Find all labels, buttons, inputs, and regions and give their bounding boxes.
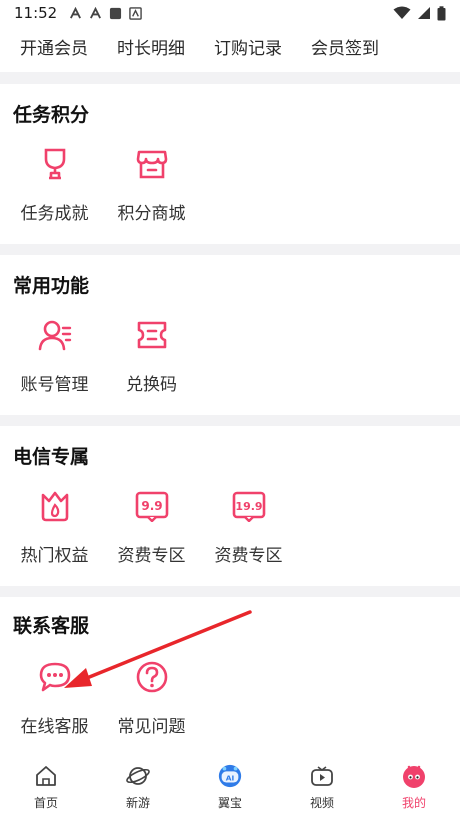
- tile-label: 常见问题: [117, 717, 186, 737]
- common-functions-section: 常用功能 账号管理 兑换码: [0, 255, 460, 415]
- profile-face-icon: [401, 763, 427, 789]
- section-title: 联系客服: [13, 615, 90, 637]
- account-management-tile[interactable]: 账号管理: [6, 317, 103, 395]
- question-icon: [134, 659, 170, 695]
- price-badge: 19.9: [235, 500, 262, 513]
- ticket-icon: [134, 317, 170, 353]
- customer-service-section: 联系客服 在线客服 常见问题: [0, 597, 460, 755]
- nav-label: 首页: [33, 796, 58, 810]
- price-zone-19-9-tile[interactable]: 19.9 资费专区: [200, 488, 297, 566]
- status-time: 11:52: [14, 4, 58, 22]
- price-tag-icon: 9.9: [134, 488, 170, 524]
- nav-label: 视频: [309, 796, 334, 810]
- nav-label: 我的: [401, 796, 426, 810]
- status-bar: 11:52: [0, 0, 460, 26]
- battery-icon: [437, 5, 446, 20]
- price-zone-9-9-tile[interactable]: 9.9 资费专区: [103, 488, 200, 566]
- system-icons: [393, 5, 446, 21]
- account-icon: [37, 317, 73, 353]
- bottom-navigation: 首页 新游 AI 翼宝 视频 我的: [0, 755, 460, 817]
- duration-detail-link[interactable]: 时长明细: [117, 34, 185, 59]
- nav-video[interactable]: 视频: [276, 755, 368, 817]
- svg-text:AI: AI: [226, 774, 235, 783]
- nav-label: 新游: [125, 796, 150, 810]
- signal-icon: [418, 7, 430, 19]
- home-icon: [33, 763, 59, 789]
- section-title: 电信专属: [13, 446, 90, 468]
- planet-icon: [125, 763, 151, 789]
- order-record-link[interactable]: 订购记录: [214, 34, 282, 59]
- nav-label: 翼宝: [217, 796, 242, 810]
- nav-yibao[interactable]: AI 翼宝: [184, 755, 276, 817]
- open-membership-link[interactable]: 开通会员: [20, 34, 88, 59]
- online-service-tile[interactable]: 在线客服: [6, 659, 103, 737]
- task-achievement-tile[interactable]: 任务成就: [6, 146, 103, 224]
- tv-icon: [309, 763, 335, 789]
- wifi-icon: [393, 6, 411, 19]
- price-tag-icon: 19.9: [231, 488, 267, 524]
- faq-tile[interactable]: 常见问题: [103, 659, 200, 737]
- square-notification-icon: [110, 7, 122, 19]
- hot-benefits-tile[interactable]: 热门权益: [6, 488, 103, 566]
- trophy-icon: [37, 146, 73, 182]
- section-title: 常用功能: [13, 275, 90, 297]
- tile-label: 热门权益: [20, 546, 89, 566]
- store-icon: [134, 146, 170, 182]
- nav-home[interactable]: 首页: [0, 755, 92, 817]
- chat-bubble-icon: [37, 659, 73, 695]
- tile-label: 在线客服: [20, 717, 89, 737]
- tile-label: 兑换码: [126, 375, 177, 395]
- telecom-exclusive-section: 电信专属 热门权益 9.9 资费专区 19.9 资费专区: [0, 426, 460, 586]
- tile-label: 资费专区: [117, 546, 186, 566]
- redeem-code-tile[interactable]: 兑换码: [103, 317, 200, 395]
- membership-links-bar: 开通会员 时长明细 订购记录 会员签到: [0, 26, 460, 72]
- tile-label: 积分商城: [117, 204, 186, 224]
- tasks-section: 任务积分 任务成就 积分商城: [0, 84, 460, 244]
- notification-icons: [69, 6, 143, 20]
- member-checkin-link[interactable]: 会员签到: [311, 34, 379, 59]
- nav-new-games[interactable]: 新游: [92, 755, 184, 817]
- tile-label: 资费专区: [214, 546, 283, 566]
- ai-robot-icon: AI: [217, 763, 243, 789]
- tile-label: 账号管理: [20, 375, 89, 395]
- points-mall-tile[interactable]: 积分商城: [103, 146, 200, 224]
- app-notification-icon: [70, 6, 82, 19]
- flame-crown-icon: [37, 488, 73, 524]
- app-notification-icon: [90, 6, 102, 19]
- section-title: 任务积分: [13, 104, 90, 126]
- nav-mine[interactable]: 我的: [368, 755, 460, 817]
- tile-label: 任务成就: [20, 204, 89, 224]
- price-badge: 9.9: [141, 499, 162, 513]
- app-notification-icon: [129, 6, 143, 20]
